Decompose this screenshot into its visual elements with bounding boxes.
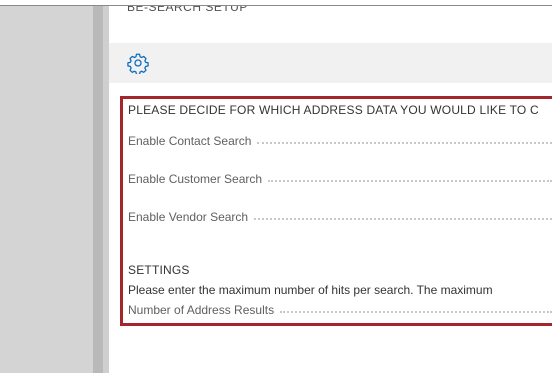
page-title: BE-SEARCH SETUP xyxy=(127,6,248,14)
action-bar xyxy=(109,43,552,83)
settings-section-heading: SETTINGS xyxy=(128,263,190,277)
field-label: Enable Customer Search xyxy=(128,172,263,186)
page-header: BE-SEARCH SETUP xyxy=(109,6,552,18)
setup-content: PLEASE DECIDE FOR WHICH ADDRESS DATA YOU… xyxy=(128,97,552,325)
contact-search-field[interactable]: Enable Contact Search xyxy=(128,134,552,148)
field-label: Number of Address Results xyxy=(128,303,275,317)
field-leader xyxy=(280,310,552,313)
field-label: Enable Contact Search xyxy=(128,134,252,148)
settings-instruction: Please enter the maximum number of hits … xyxy=(128,283,493,297)
field-leader xyxy=(254,217,552,220)
field-label: Enable Vendor Search xyxy=(128,210,249,224)
vendor-search-field[interactable]: Enable Vendor Search xyxy=(128,210,552,224)
address-results-field[interactable]: Number of Address Results xyxy=(128,303,552,317)
address-section-heading: PLEASE DECIDE FOR WHICH ADDRESS DATA YOU… xyxy=(128,103,539,117)
field-leader xyxy=(268,179,552,182)
customer-search-field[interactable]: Enable Customer Search xyxy=(128,172,552,186)
panel-shadow xyxy=(93,6,103,373)
field-leader xyxy=(257,141,552,144)
gear-icon[interactable] xyxy=(127,52,149,74)
background-pane xyxy=(0,6,93,373)
